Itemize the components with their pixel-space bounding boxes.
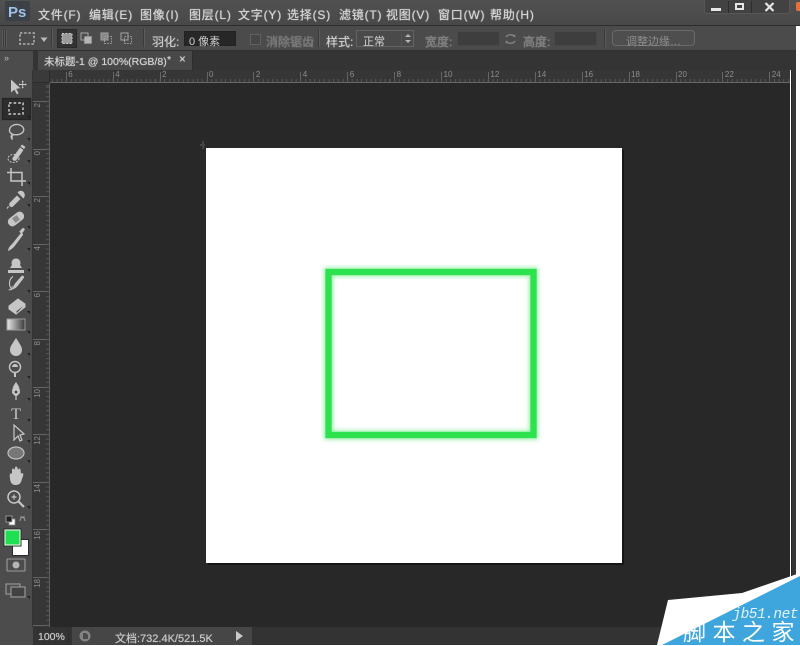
svg-text:脚本之家: 脚本之家 <box>683 619 800 645</box>
svg-text:T: T <box>11 406 21 423</box>
